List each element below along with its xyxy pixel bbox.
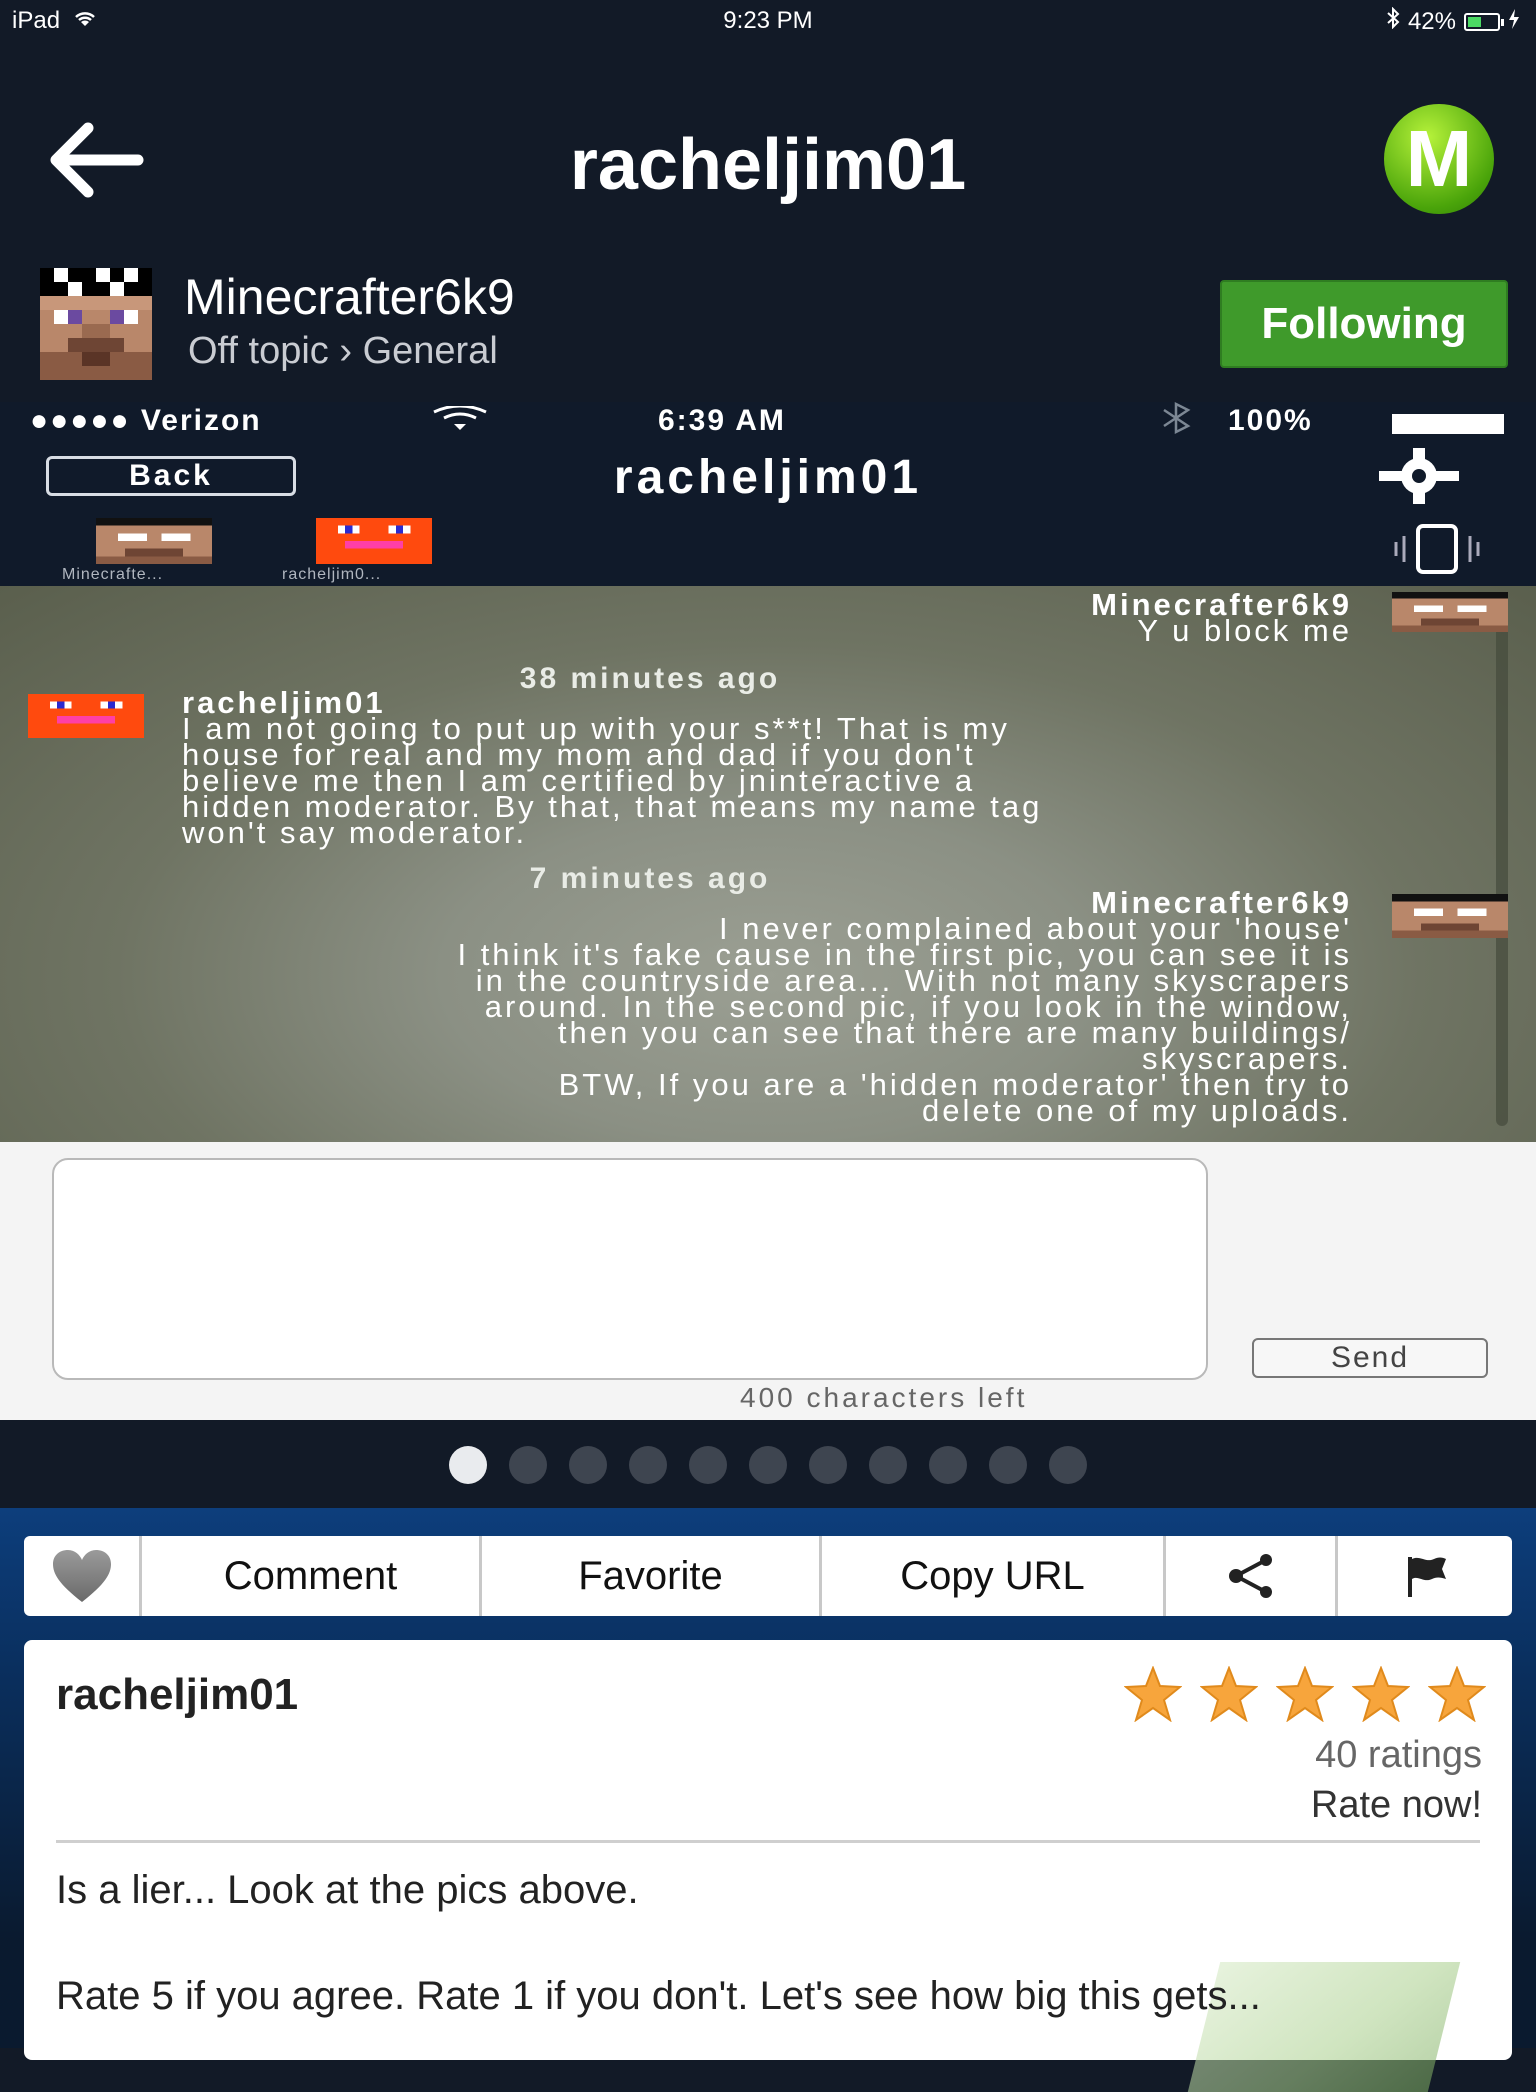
- screenshot-chat: Minecrafter6k9 Y u block me 38 minutes a…: [0, 586, 1536, 1142]
- nav-bar: racheljim01 M: [0, 42, 1536, 260]
- like-button[interactable]: [24, 1536, 142, 1616]
- post-description: Rate 5 if you agree. Rate 1 if you don't…: [56, 1974, 1261, 2018]
- screenshot-battery-text: 100%: [1228, 404, 1313, 437]
- message-avatar: [1392, 592, 1508, 632]
- screenshot-bluetooth-icon: [1158, 402, 1194, 442]
- screenshot-vibrate-icon: [1384, 522, 1490, 581]
- action-bar: Comment Favorite Copy URL: [24, 1536, 1512, 1616]
- author-name[interactable]: Minecrafter6k9: [184, 268, 515, 326]
- status-time: 9:23 PM: [723, 7, 813, 34]
- star-icon[interactable]: [1428, 1666, 1486, 1722]
- participant-label: Minecrafte...: [62, 566, 164, 583]
- screenshot-battery-icon: [1392, 414, 1504, 434]
- category-breadcrumb[interactable]: Off topic › General: [188, 330, 498, 373]
- screenshot-char-count: 400 characters left: [740, 1382, 1028, 1413]
- app-logo-icon[interactable]: M: [1384, 104, 1494, 214]
- page-dot[interactable]: [869, 1446, 907, 1484]
- post-author[interactable]: racheljim01: [56, 1670, 298, 1720]
- message-avatar: [1392, 894, 1508, 938]
- page-title: racheljim01: [569, 125, 967, 205]
- comment-button[interactable]: Comment: [142, 1536, 482, 1616]
- screenshot-time: 6:39 AM: [658, 404, 786, 437]
- ratings-count: 40 ratings: [1315, 1734, 1482, 1776]
- post-card: racheljim01 40 ratings Rate now! Is a li…: [24, 1640, 1512, 2092]
- bluetooth-icon: [1386, 6, 1400, 36]
- status-bar: iPad 9:23 PM 42%: [0, 0, 1536, 42]
- page-dot[interactable]: [749, 1446, 787, 1484]
- page-dot[interactable]: [509, 1446, 547, 1484]
- status-right: 42%: [1386, 6, 1520, 36]
- star-icon[interactable]: [1200, 1666, 1258, 1722]
- star-icon[interactable]: [1276, 1666, 1334, 1722]
- page-dot[interactable]: [1049, 1446, 1087, 1484]
- post-image[interactable]: ●●●●● Verizon 6:39 AM 100% Back rachelji…: [0, 402, 1536, 1420]
- favorite-button[interactable]: Favorite: [482, 1536, 822, 1616]
- rate-now-link[interactable]: Rate now!: [1311, 1784, 1482, 1827]
- author-avatar[interactable]: [40, 268, 152, 380]
- message: racheljim01 I am not going to put up wit…: [182, 687, 1042, 848]
- screenshot-wifi-icon: [430, 404, 490, 440]
- star-icon[interactable]: [1124, 1666, 1182, 1722]
- screenshot-scrollbar: [1496, 626, 1508, 1126]
- report-button[interactable]: [1338, 1536, 1512, 1616]
- page-dot[interactable]: [989, 1446, 1027, 1484]
- heart-icon: [52, 1550, 111, 1602]
- following-button[interactable]: Following: [1220, 280, 1508, 368]
- share-button[interactable]: [1166, 1536, 1338, 1616]
- page-dot[interactable]: [809, 1446, 847, 1484]
- rating-stars[interactable]: [1124, 1666, 1486, 1722]
- charging-icon: [1508, 8, 1520, 36]
- share-icon: [1228, 1554, 1272, 1598]
- page-dot[interactable]: [929, 1446, 967, 1484]
- battery-icon: [1464, 12, 1504, 31]
- image-pager[interactable]: [0, 1420, 1536, 1510]
- screenshot-status-bar: ●●●●● Verizon 6:39 AM 100%: [0, 402, 1536, 442]
- screenshot-send-button: Send: [1252, 1338, 1488, 1378]
- page-dot[interactable]: [569, 1446, 607, 1484]
- flag-icon: [1408, 1557, 1446, 1597]
- copy-url-button[interactable]: Copy URL: [822, 1536, 1166, 1616]
- screenshot-message-box: [52, 1158, 1208, 1380]
- screenshot-header: ●●●●● Verizon 6:39 AM 100% Back rachelji…: [0, 402, 1536, 586]
- participant-avatar-racheljim: [316, 518, 432, 564]
- participant-avatar-minecrafter: [96, 518, 212, 564]
- divider: [56, 1840, 1480, 1843]
- battery-percent: 42%: [1407, 7, 1456, 35]
- screenshot-carrier: ●●●●● Verizon: [30, 404, 262, 437]
- screenshot-gear-icon: [1364, 446, 1474, 511]
- message: Minecrafter6k9 I never complained about …: [457, 887, 1352, 1126]
- page-dot[interactable]: [689, 1446, 727, 1484]
- screenshot-title: racheljim01: [613, 451, 923, 504]
- star-icon[interactable]: [1352, 1666, 1410, 1722]
- message-avatar: [28, 694, 144, 738]
- participant-label: racheljim0...: [282, 566, 382, 583]
- post-description: Is a lier... Look at the pics above.: [56, 1868, 639, 1912]
- page-dot[interactable]: [629, 1446, 667, 1484]
- screenshot-input-area: Send 400 characters left: [0, 1142, 1536, 1420]
- message: Minecrafter6k9 Y u block me: [1091, 589, 1352, 646]
- page-dot[interactable]: [449, 1446, 487, 1484]
